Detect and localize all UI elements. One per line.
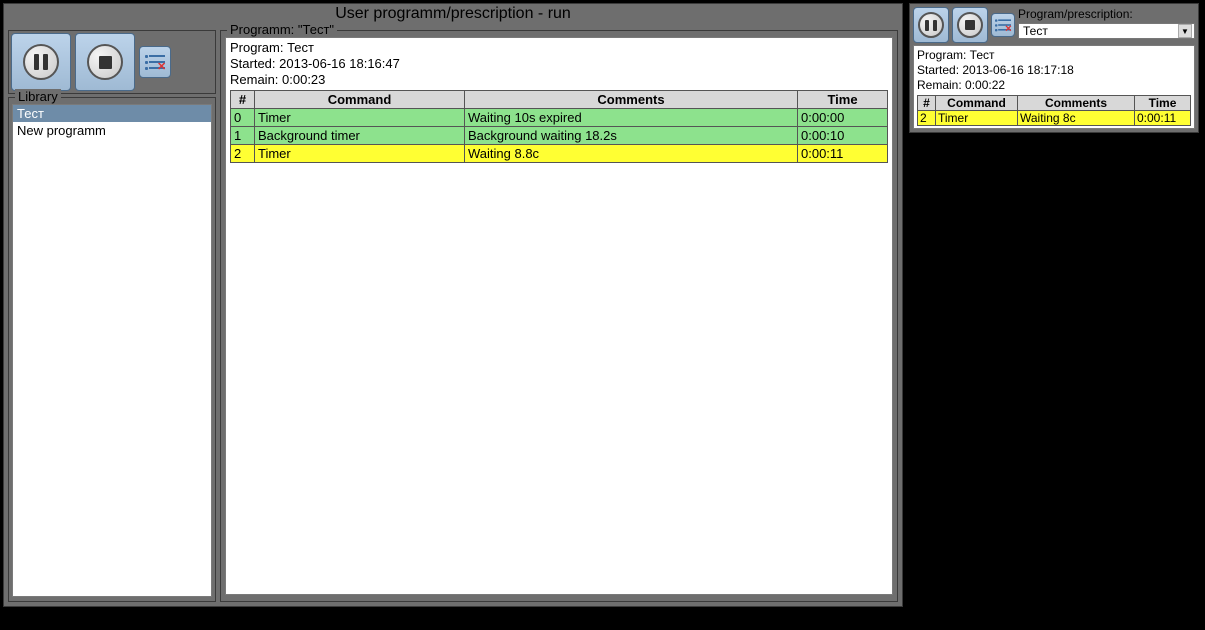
- mini-select-label: Program/prescription:: [1018, 7, 1195, 21]
- stop-button[interactable]: [75, 33, 135, 91]
- library-fieldset: Library ТестNew programm: [8, 97, 216, 602]
- cell-command: Timer: [255, 109, 465, 127]
- table-header-row: # Command Comments Time: [918, 96, 1191, 111]
- table-header-row: # Command Comments Time: [231, 91, 888, 109]
- left-column: ✕ Library ТестNew programm: [8, 30, 216, 602]
- list-clear-icon: ✕: [145, 54, 165, 70]
- col-command: Command: [936, 96, 1018, 111]
- mini-body: Program: Тест Started: 2013-06-16 18:17:…: [913, 45, 1195, 129]
- pause-button[interactable]: [11, 33, 71, 91]
- cell-num: 0: [231, 109, 255, 127]
- cell-command: Timer: [255, 145, 465, 163]
- program-line: Program: Тест: [230, 40, 888, 56]
- cell-comments: Background waiting 18.2s: [465, 127, 798, 145]
- program-legend: Programm: "Тест": [227, 22, 337, 37]
- cell-num: 2: [231, 145, 255, 163]
- window-title: User programm/prescription - run: [4, 4, 902, 26]
- mini-remain-line: Remain: 0:00:22: [917, 78, 1191, 93]
- library-list[interactable]: ТестNew programm: [12, 104, 212, 597]
- program-content: Program: Тест Started: 2013-06-16 18:16:…: [225, 37, 893, 595]
- pause-icon: [918, 12, 944, 38]
- col-time: Time: [1135, 96, 1191, 111]
- list-clear-icon: ✕: [995, 19, 1011, 32]
- program-fieldset: Programm: "Тест" Program: Тест Started: …: [220, 30, 898, 602]
- col-comments: Comments: [1018, 96, 1135, 111]
- list-item[interactable]: New programm: [13, 122, 211, 139]
- cell-command: Background timer: [255, 127, 465, 145]
- pause-icon: [23, 44, 59, 80]
- command-table: # Command Comments Time 0TimerWaiting 10…: [230, 90, 888, 163]
- mini-started-line: Started: 2013-06-16 18:17:18: [917, 63, 1191, 78]
- library-legend: Library: [15, 89, 61, 104]
- mini-command-table: # Command Comments Time 2TimerWaiting 8c…: [917, 95, 1191, 126]
- toolbar: ✕: [8, 30, 216, 94]
- table-row[interactable]: 0TimerWaiting 10s expired0:00:00: [231, 109, 888, 127]
- clear-list-button[interactable]: ✕: [139, 46, 171, 78]
- table-row[interactable]: 2TimerWaiting 8c0:00:11: [918, 111, 1191, 126]
- col-comments: Comments: [465, 91, 798, 109]
- content-row: ✕ Library ТестNew programm Programm: "Те…: [4, 26, 902, 606]
- col-time: Time: [798, 91, 888, 109]
- list-item[interactable]: Тест: [13, 105, 211, 122]
- cell-comments: Waiting 8c: [1018, 111, 1135, 126]
- cell-command: Timer: [936, 111, 1018, 126]
- stop-icon: [957, 12, 983, 38]
- remain-line: Remain: 0:00:23: [230, 72, 888, 88]
- cell-comments: Waiting 10s expired: [465, 109, 798, 127]
- col-num: #: [918, 96, 936, 111]
- mini-clear-list-button[interactable]: ✕: [991, 13, 1015, 37]
- cell-time: 0:00:00: [798, 109, 888, 127]
- stop-icon: [87, 44, 123, 80]
- cell-num: 2: [918, 111, 936, 126]
- cell-num: 1: [231, 127, 255, 145]
- main-window: User programm/prescription - run: [3, 3, 903, 607]
- mini-select-col: Program/prescription: Тест ▼: [1018, 7, 1195, 39]
- table-row[interactable]: 1Background timerBackground waiting 18.2…: [231, 127, 888, 145]
- mini-stop-button[interactable]: [952, 7, 988, 43]
- table-row[interactable]: 2TimerWaiting 8.8c0:00:11: [231, 145, 888, 163]
- col-num: #: [231, 91, 255, 109]
- program-select[interactable]: Тест ▼: [1018, 23, 1195, 39]
- mini-toolbar: ✕ Program/prescription: Тест ▼: [913, 7, 1195, 43]
- chevron-down-icon: ▼: [1178, 24, 1192, 38]
- col-command: Command: [255, 91, 465, 109]
- cell-time: 0:00:11: [1135, 111, 1191, 126]
- cell-time: 0:00:11: [798, 145, 888, 163]
- program-select-value: Тест: [1023, 24, 1048, 38]
- cell-time: 0:00:10: [798, 127, 888, 145]
- cell-comments: Waiting 8.8c: [465, 145, 798, 163]
- started-line: Started: 2013-06-16 18:16:47: [230, 56, 888, 72]
- mini-program-line: Program: Тест: [917, 48, 1191, 63]
- mini-panel: ✕ Program/prescription: Тест ▼ Program: …: [909, 3, 1199, 133]
- mini-pause-button[interactable]: [913, 7, 949, 43]
